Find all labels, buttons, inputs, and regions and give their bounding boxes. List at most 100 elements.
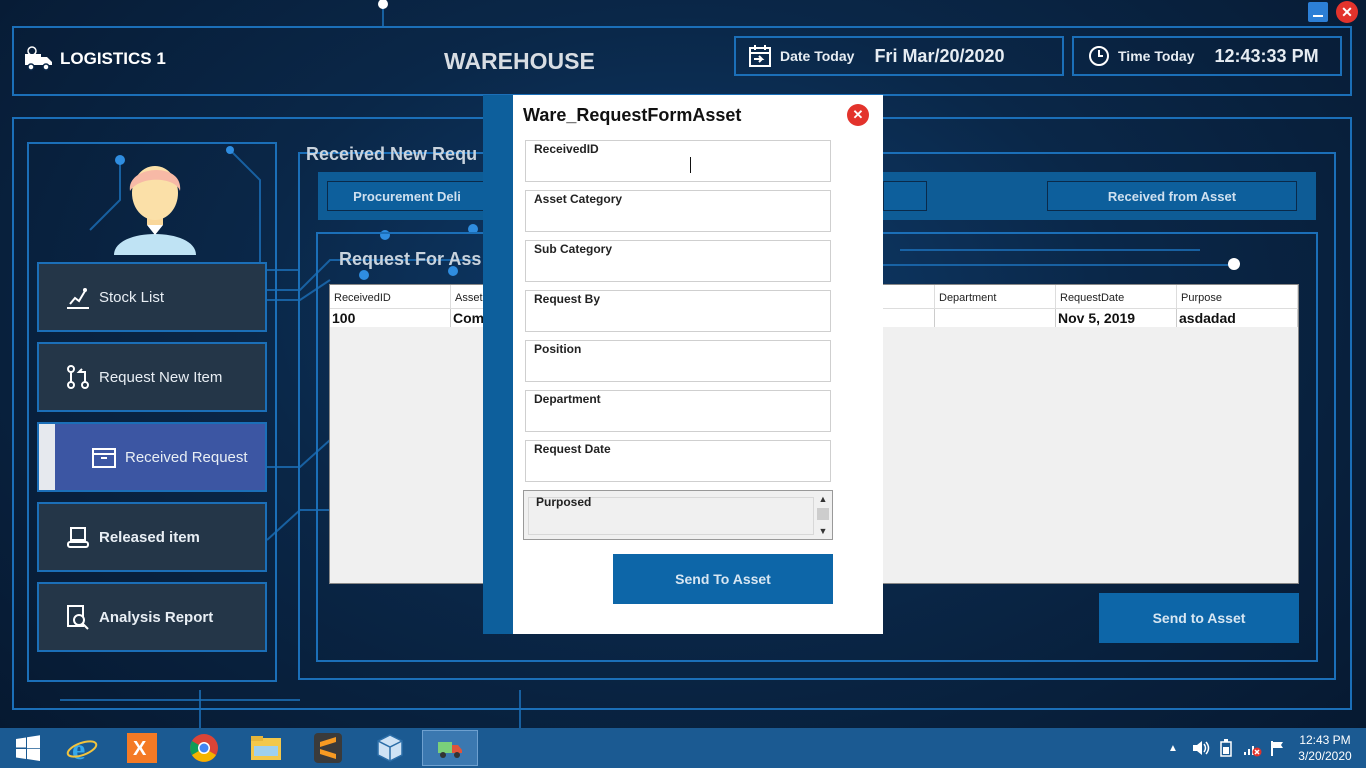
column-header[interactable]: Department [935,285,1056,309]
request-date-field[interactable]: Request Date [525,440,831,482]
column-header[interactable]: Purpose [1177,285,1298,309]
clock-icon [1089,46,1109,66]
asset-category-input[interactable] [532,207,824,229]
request-by-field[interactable]: Request By [525,290,831,332]
chrome-icon[interactable] [176,730,232,766]
scroll-down-icon[interactable]: ▼ [815,524,831,538]
power-icon[interactable] [1218,739,1234,757]
field-label: Position [534,342,582,356]
purpose-textarea[interactable]: Purposed ▲ ▼ [523,490,833,540]
taskbar-clock[interactable]: 12:43 PM 3/20/2020 [1290,732,1360,764]
field-label: Purposed [536,495,592,509]
position-input[interactable] [532,357,824,379]
send-to-asset-button[interactable]: Send to Asset [1099,593,1299,643]
sidebar-item-request-new-item[interactable]: Request New Item [37,342,267,412]
network-icon[interactable] [1242,739,1262,757]
field-label: Department [534,392,601,406]
windows-start-icon[interactable] [0,730,56,766]
sublime-text-icon[interactable] [300,730,356,766]
sidebar-item-stock-list[interactable]: Stock List [37,262,267,332]
module-title: WAREHOUSE [444,48,595,74]
time-label: Time Today [1118,48,1195,64]
time-value: 12:43:33 PM [1214,45,1319,66]
xampp-icon[interactable]: X [114,730,170,766]
request-date-input[interactable] [532,457,824,479]
request-form-modal: Ware_RequestFormAsset ✕ ReceivedID Asset… [513,95,883,634]
volume-icon[interactable] [1192,740,1210,756]
svg-text:e: e [72,733,85,763]
virtualbox-icon[interactable] [362,730,418,766]
modal-close-button[interactable]: ✕ [847,104,869,126]
date-display: Date Today Fri Mar/20/2020 [734,36,1064,76]
table-cell[interactable] [883,309,935,327]
box-icon [91,444,117,470]
tab-hidden[interactable] [883,181,927,211]
show-hidden-icons-icon[interactable]: ▲ [1168,743,1178,754]
time-display: Time Today 12:43:33 PM [1072,36,1342,76]
calendar-icon [749,45,771,67]
tab-procurement-delivered[interactable]: Procurement Deli [327,181,487,211]
received-id-field[interactable]: ReceivedID [525,140,831,182]
modal-side-strip [483,95,513,634]
purpose-scrollbar[interactable]: ▲ ▼ [815,492,831,538]
clock-time: 12:43 PM [1299,733,1351,747]
send-to-asset-modal-button[interactable]: Send To Asset [613,554,833,604]
column-header[interactable]: RequestDate [1056,285,1177,309]
table-cell[interactable] [935,309,1056,327]
table-cell[interactable]: Nov 5, 2019 [1056,309,1177,327]
app-name: LOGISTICS 1 [60,49,166,68]
file-explorer-icon[interactable] [238,730,294,766]
sidebar-item-received-request[interactable]: Received Request [37,422,267,492]
request-by-input[interactable] [532,307,824,329]
window-close-button[interactable]: ✕ [1336,1,1358,23]
sidebar-item-label: Request New Item [99,368,223,386]
column-header[interactable] [883,285,935,309]
table-cell[interactable]: Com [451,309,485,327]
sidebar-item-label: Received Request [125,448,248,466]
svg-text:X: X [133,738,147,760]
table-cell[interactable]: 100 [330,309,451,327]
field-label: ReceivedID [534,142,599,156]
git-pull-request-icon [65,364,91,390]
asset-category-field[interactable]: Asset Category [525,190,831,232]
date-label: Date Today [780,48,855,64]
table-title: Request For Ass [339,249,482,269]
sub-category-input[interactable] [532,257,824,279]
conveyor-icon [65,524,91,550]
sub-category-field[interactable]: Sub Category [525,240,831,282]
app-logo: LOGISTICS 1 [24,46,166,72]
sidebar-item-label: Stock List [99,288,165,306]
system-tray: ▲ [1168,728,1286,768]
scroll-thumb[interactable] [817,508,829,520]
column-header[interactable]: ReceivedID [330,285,451,309]
section-title: Received New Requ [306,144,478,164]
delivery-truck-icon [25,46,52,71]
date-value: Fri Mar/20/2020 [874,45,1005,66]
department-field[interactable]: Department [525,390,831,432]
field-label: Request By [534,292,601,306]
logistics-app-icon[interactable] [422,730,478,766]
department-input[interactable] [532,407,824,429]
text-cursor [690,157,691,173]
stock-chart-icon [65,284,91,310]
clock-date: 3/20/2020 [1298,749,1352,763]
sidebar-item-analysis-report[interactable]: Analysis Report [37,582,267,652]
scroll-up-icon[interactable]: ▲ [815,492,831,506]
internet-explorer-icon[interactable]: e [54,730,110,766]
taskbar: e X ▲ 12:43 PM 3/20/2020 [0,728,1366,768]
sidebar-item-released-item[interactable]: Released item [37,502,267,572]
table-cell[interactable]: asdadad [1177,309,1298,327]
sidebar-item-label: Analysis Report [99,608,214,626]
modal-title: Ware_RequestFormAsset [523,105,742,125]
column-header[interactable]: Asset [451,285,485,309]
field-label: Request Date [534,442,611,456]
action-center-flag-icon[interactable] [1270,740,1286,756]
position-field[interactable]: Position [525,340,831,382]
field-label: Sub Category [534,242,613,256]
tab-received-from-asset[interactable]: Received from Asset [1047,181,1297,211]
avatar [114,166,196,255]
received-id-input[interactable] [532,157,824,179]
minimize-button[interactable] [1308,2,1328,22]
sidebar-item-label: Released item [99,528,200,546]
report-search-icon [65,604,91,630]
